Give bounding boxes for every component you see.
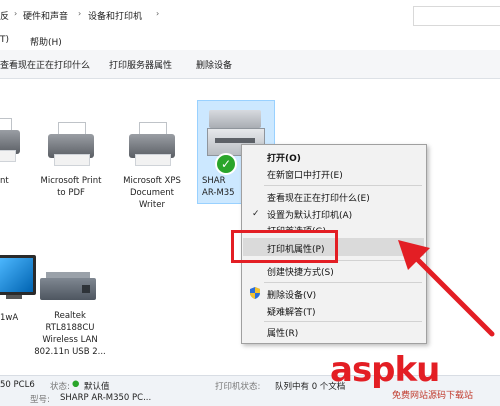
remove-device-button[interactable]: 删除设备	[196, 58, 232, 71]
device-label: Microsoft Print to PDF	[40, 176, 102, 198]
chevron-right-icon: ›	[78, 9, 82, 18]
chevron-right-icon: ›	[156, 9, 160, 18]
state-value: 默认值	[84, 382, 110, 392]
printer-status-label: 打印机状态:	[215, 382, 261, 392]
model-label: 型号:	[30, 395, 50, 405]
device-label: nt	[0, 176, 9, 186]
menu-separator	[264, 185, 422, 186]
device-label: Realtek RTL8188CU Wireless LAN 802.11n U…	[34, 311, 106, 357]
device-label: SHAR	[202, 176, 226, 186]
device-label: AR-M35	[202, 188, 235, 198]
menu-bar: T) 帮助(H)	[0, 30, 500, 51]
menu-item-set-default[interactable]: 设置为默认打印机(A)	[267, 208, 352, 221]
state-label: 状态:	[50, 382, 70, 392]
breadcrumb-item[interactable]: 硬件和声音	[23, 9, 68, 22]
menu-item-open[interactable]: 打开(O)	[267, 151, 301, 164]
monitor-icon[interactable]	[0, 255, 36, 300]
printer-icon[interactable]	[44, 120, 98, 166]
menu-item-properties[interactable]: 属性(R)	[267, 326, 298, 339]
breadcrumb-item[interactable]: 反	[0, 9, 9, 22]
menu-help[interactable]: 帮助(H)	[30, 35, 62, 48]
network-adapter-icon[interactable]	[40, 272, 96, 300]
check-icon: ✓	[252, 209, 260, 219]
model-value: SHARP AR-M350 PC...	[60, 393, 152, 403]
printer-icon[interactable]	[125, 120, 179, 166]
default-check-small-icon: ●	[72, 379, 80, 389]
menu-item-open-new-window[interactable]: 在新窗口中打开(E)	[267, 168, 343, 181]
address-bar: 反 › 硬件和声音 › 设备和打印机 ›	[0, 0, 500, 31]
menu-tools[interactable]: T)	[0, 35, 9, 45]
shield-icon	[250, 287, 260, 299]
search-input[interactable]	[413, 6, 500, 26]
chevron-right-icon: ›	[14, 9, 18, 18]
device-label: 1wA	[0, 313, 19, 323]
see-whats-printing-button[interactable]: 查看现在正在打印什么	[0, 58, 90, 71]
device-label: Microsoft XPS Document Writer	[123, 176, 181, 210]
annotation-highlight-box	[231, 230, 338, 263]
annotation-arrow-icon	[398, 240, 495, 337]
watermark-logo: aspku	[330, 350, 440, 390]
breadcrumb-item[interactable]: 设备和打印机	[88, 9, 142, 22]
menu-item-remove-device[interactable]: 删除设备(V)	[267, 288, 316, 301]
menu-item-troubleshoot[interactable]: 疑难解答(T)	[267, 305, 316, 318]
menu-item-create-shortcut[interactable]: 创建快捷方式(S)	[267, 265, 334, 278]
command-bar: 查看现在正在打印什么 打印服务器属性 删除设备	[0, 50, 500, 79]
printer-icon[interactable]	[0, 116, 24, 162]
watermark-tagline: 免费网站源码下载站	[392, 391, 474, 401]
model-fragment: 50 PCL6	[0, 380, 35, 390]
default-printer-check-icon: ✓	[215, 153, 237, 175]
menu-item-see-whats-printing[interactable]: 查看现在正在打印什么(E)	[267, 191, 370, 204]
print-server-properties-button[interactable]: 打印服务器属性	[109, 58, 172, 71]
